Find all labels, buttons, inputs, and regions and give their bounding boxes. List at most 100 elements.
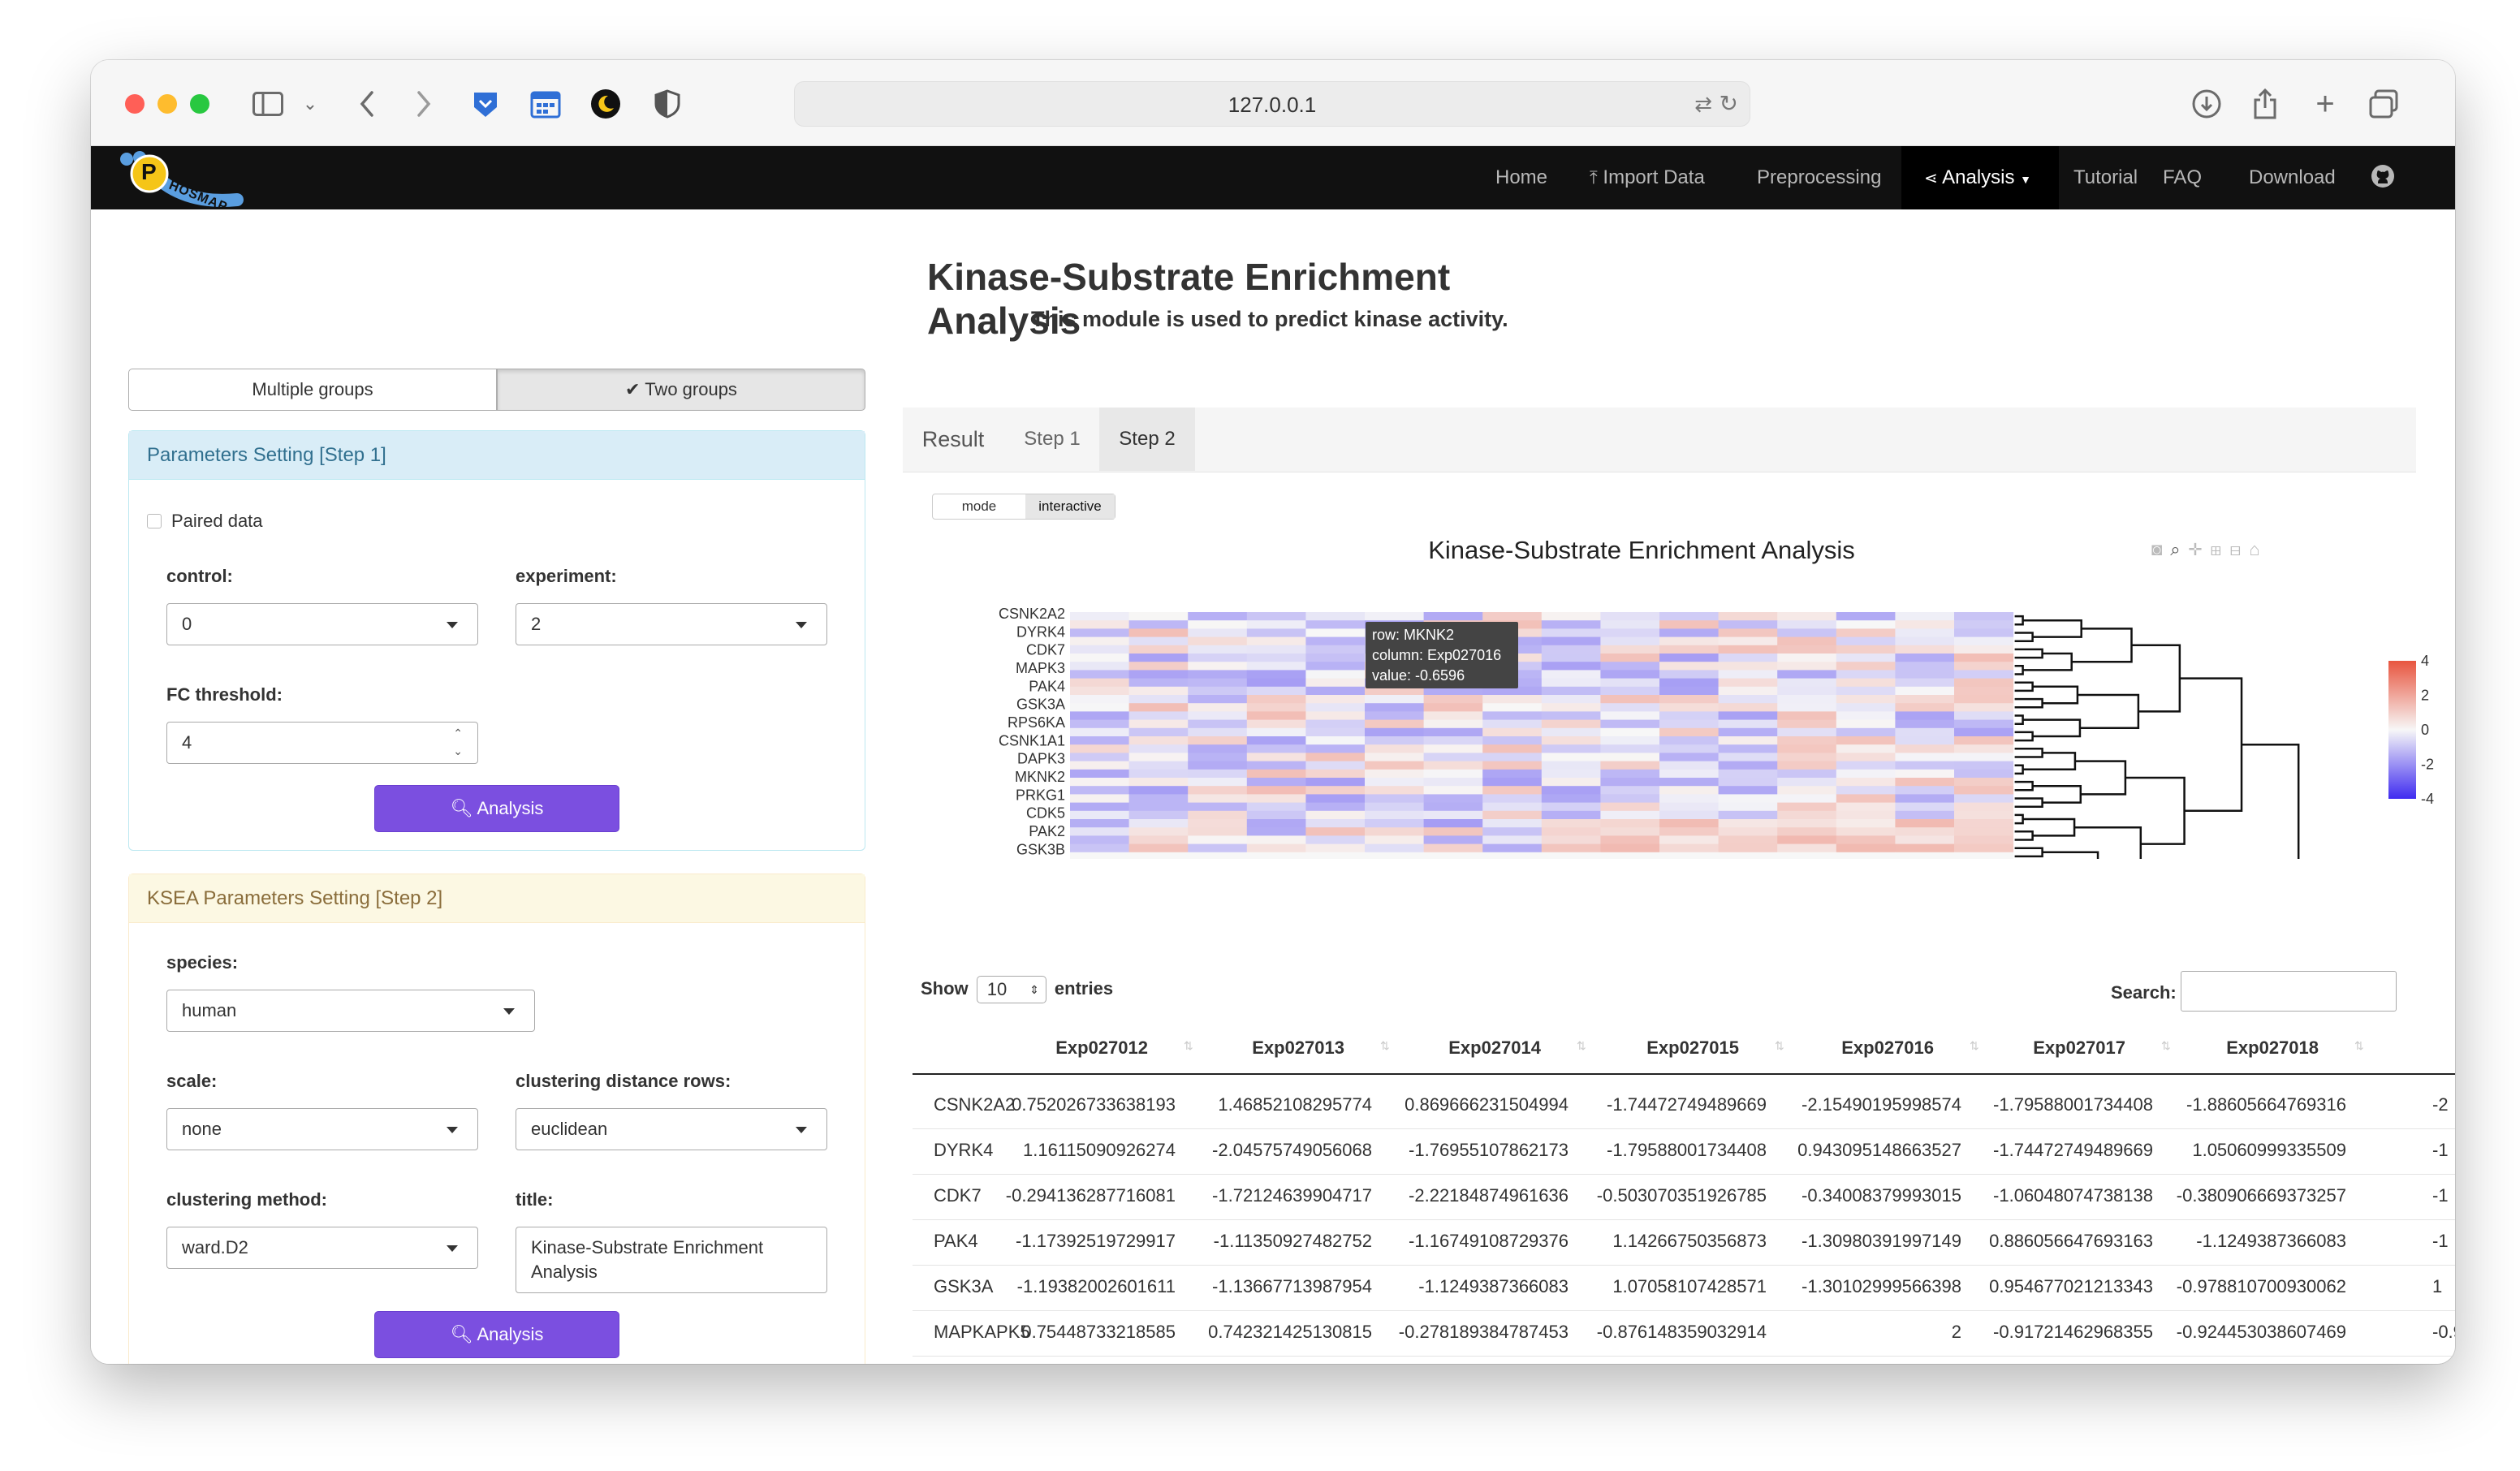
share-icon[interactable] xyxy=(2246,84,2285,123)
heatmap-cell[interactable] xyxy=(1128,678,1189,688)
heatmap-cell[interactable] xyxy=(1188,819,1248,828)
heatmap-cell[interactable] xyxy=(1718,654,1778,662)
heatmap-cell[interactable] xyxy=(1541,827,1601,836)
heatmap-cell[interactable] xyxy=(1246,695,1306,704)
heatmap-cell[interactable] xyxy=(1718,703,1778,712)
forward-arrow-icon[interactable] xyxy=(404,84,443,123)
heatmap-cell[interactable] xyxy=(1482,827,1543,836)
heatmap-cell[interactable] xyxy=(1777,678,1837,688)
heatmap-cell[interactable] xyxy=(1423,852,1483,859)
heatmap-cell[interactable] xyxy=(1246,620,1306,629)
heatmap-cell[interactable] xyxy=(1246,852,1306,859)
nav-import-data[interactable]: ⤒ Import Data xyxy=(1590,146,1729,209)
heatmap-cell[interactable] xyxy=(1895,727,1955,737)
heatmap-cell[interactable] xyxy=(1895,678,1955,688)
heatmap-cell[interactable] xyxy=(1836,753,1896,762)
heatmap-cell[interactable] xyxy=(1365,802,1425,812)
heatmap-cell[interactable] xyxy=(1659,827,1720,836)
heatmap-cell[interactable] xyxy=(1365,711,1425,721)
table-header[interactable]: Exp027016 xyxy=(1841,1037,1934,1059)
heatmap-cell[interactable] xyxy=(1246,786,1306,795)
heatmap-cell[interactable] xyxy=(1600,769,1660,779)
heatmap-cell[interactable] xyxy=(1954,827,2014,836)
heatmap-cell[interactable] xyxy=(1836,654,1896,662)
heatmap-cell[interactable] xyxy=(1365,744,1425,753)
heatmap-cell[interactable] xyxy=(1541,695,1601,704)
heatmap-cell[interactable] xyxy=(1305,778,1366,787)
heatmap-cell[interactable] xyxy=(1836,620,1896,629)
heatmap-cell[interactable] xyxy=(1777,686,1837,696)
heatmap-cell[interactable] xyxy=(1365,810,1425,820)
heatmap-cell[interactable] xyxy=(1600,843,1660,853)
heatmap-cell[interactable] xyxy=(1128,612,1189,621)
heatmap-cell[interactable] xyxy=(1070,744,1130,753)
heatmap-cell[interactable] xyxy=(1954,810,2014,820)
heatmap-cell[interactable] xyxy=(1188,786,1248,795)
heatmap-cell[interactable] xyxy=(1836,695,1896,704)
heatmap-cell[interactable] xyxy=(1541,802,1601,812)
heatmap-cell[interactable] xyxy=(1895,711,1955,721)
heatmap-cell[interactable] xyxy=(1659,670,1720,679)
heatmap-cell[interactable] xyxy=(1659,753,1720,762)
heatmap-cell[interactable] xyxy=(1600,719,1660,729)
heatmap-cell[interactable] xyxy=(1541,744,1601,753)
heatmap-cell[interactable] xyxy=(1777,645,1837,654)
heatmap-cell[interactable] xyxy=(1954,719,2014,729)
heatmap-cell[interactable] xyxy=(1423,736,1483,745)
heatmap-cell[interactable] xyxy=(1541,620,1601,629)
heatmap-cell[interactable] xyxy=(1188,794,1248,804)
heatmap-cell[interactable] xyxy=(1305,719,1366,729)
heatmap-cell[interactable] xyxy=(1305,636,1366,646)
heatmap-cell[interactable] xyxy=(1777,843,1837,853)
heatmap-cell[interactable] xyxy=(1128,786,1189,795)
heatmap-cell[interactable] xyxy=(1718,645,1778,654)
sidebar-toggle-icon[interactable] xyxy=(248,84,287,123)
heatmap-cell[interactable] xyxy=(1482,810,1543,820)
heatmap-cell[interactable] xyxy=(1659,810,1720,820)
heatmap-cell[interactable] xyxy=(1541,761,1601,770)
heatmap-cell[interactable] xyxy=(1070,670,1130,679)
heatmap-cell[interactable] xyxy=(1954,636,2014,646)
heatmap-cell[interactable] xyxy=(1600,786,1660,795)
heatmap-cell[interactable] xyxy=(1836,703,1896,712)
heatmap-cell[interactable] xyxy=(1188,778,1248,787)
extension-moon-icon[interactable] xyxy=(586,84,625,123)
heatmap-cell[interactable] xyxy=(1305,794,1366,804)
heatmap-cell[interactable] xyxy=(1659,819,1720,828)
heatmap-cell[interactable] xyxy=(1777,786,1837,795)
heatmap-cell[interactable] xyxy=(1836,843,1896,853)
heatmap-cell[interactable] xyxy=(1836,810,1896,820)
heatmap-cell[interactable] xyxy=(1836,719,1896,729)
heatmap-cell[interactable] xyxy=(1246,802,1306,812)
heatmap-cell[interactable] xyxy=(1188,802,1248,812)
heatmap-cell[interactable] xyxy=(1246,744,1306,753)
heatmap-cell[interactable] xyxy=(1600,736,1660,745)
heatmap-cell[interactable] xyxy=(1305,645,1366,654)
heatmap-cell[interactable] xyxy=(1895,794,1955,804)
heatmap-cell[interactable] xyxy=(1188,843,1248,853)
heatmap-cell[interactable] xyxy=(1836,612,1896,621)
heatmap-cell[interactable] xyxy=(1365,703,1425,712)
heatmap-cell[interactable] xyxy=(1070,719,1130,729)
heatmap-cell[interactable] xyxy=(1128,794,1189,804)
heatmap-cell[interactable] xyxy=(1188,686,1248,696)
heatmap-cell[interactable] xyxy=(1305,662,1366,671)
heatmap-cell[interactable] xyxy=(1188,711,1248,721)
minimize-window-button[interactable] xyxy=(158,94,177,114)
heatmap-cell[interactable] xyxy=(1070,636,1130,646)
heatmap-cell[interactable] xyxy=(1600,670,1660,679)
heatmap-cell[interactable] xyxy=(1305,678,1366,688)
heatmap-cell[interactable] xyxy=(1246,761,1306,770)
heatmap-cell[interactable] xyxy=(1777,810,1837,820)
heatmap-cell[interactable] xyxy=(1541,753,1601,762)
heatmap-cell[interactable] xyxy=(1423,612,1483,621)
heatmap-cell[interactable] xyxy=(1659,852,1720,859)
heatmap-cell[interactable] xyxy=(1895,786,1955,795)
experiment-select[interactable]: 2 xyxy=(516,603,827,645)
heatmap-cell[interactable] xyxy=(1305,686,1366,696)
heatmap-cell[interactable] xyxy=(1541,636,1601,646)
heatmap-cell[interactable] xyxy=(1246,654,1306,662)
heatmap-cell[interactable] xyxy=(1541,678,1601,688)
heatmap-cell[interactable] xyxy=(1718,711,1778,721)
heatmap-cell[interactable] xyxy=(1600,727,1660,737)
